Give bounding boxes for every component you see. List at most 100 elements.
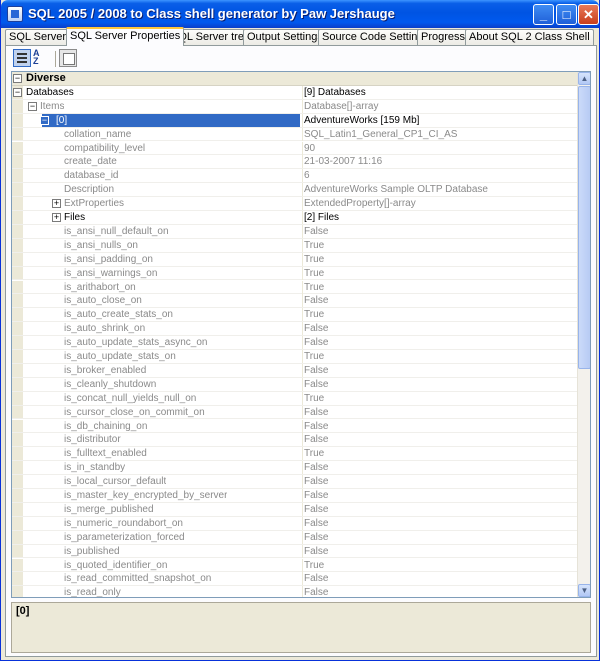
property-row[interactable]: is_auto_close_on False [12,294,577,309]
minimize-button[interactable]: _ [533,4,554,25]
property-value[interactable]: [2] Files [302,211,576,224]
collapse-icon[interactable]: − [28,101,37,111]
property-value[interactable]: SQL_Latin1_General_CP1_CI_AS [302,127,576,141]
property-row[interactable]: is_auto_update_stats_async_on False [12,336,577,350]
property-row[interactable]: is_ansi_nulls_on True [12,238,577,253]
property-value[interactable]: False [302,224,576,238]
property-row[interactable]: is_published False [12,544,577,559]
property-value[interactable]: False [302,530,576,544]
tab-about[interactable]: About SQL 2 Class Shell [465,29,594,45]
property-row[interactable]: is_in_standby False [12,461,577,476]
alphabetical-sort-icon[interactable]: A Z [33,49,51,67]
property-row[interactable]: − [0] AdventureWorks [159 Mb] [12,113,577,128]
expand-icon[interactable]: + [52,213,61,222]
property-value[interactable]: False [302,502,576,516]
property-value[interactable]: False [302,461,576,475]
property-grid[interactable]: is_read_only False is_read_committed_snaps… [11,71,591,598]
maximize-button[interactable]: □ [556,4,577,25]
property-row[interactable]: is_merge_published False [12,502,577,517]
property-value[interactable]: False [302,363,576,377]
property-value[interactable]: False [302,322,576,336]
property-value[interactable]: False [302,294,576,308]
property-row[interactable]: compatibility_level 90 [12,141,577,156]
property-value[interactable]: False [302,544,576,558]
property-value[interactable]: True [302,280,576,294]
property-row[interactable]: is_concat_null_yields_null_on True [12,391,577,406]
property-row[interactable]: − Databases [9] Databases [12,85,577,100]
property-value[interactable]: False [302,572,576,586]
collapse-icon[interactable]: − [40,115,49,125]
scroll-thumb[interactable] [578,86,590,369]
property-row[interactable]: is_fulltext_enabled True [12,447,577,462]
property-value[interactable]: False [302,516,576,530]
property-value[interactable]: False [302,489,576,502]
property-value[interactable]: AdventureWorks Sample OLTP Database [302,183,576,197]
property-row[interactable]: Description AdventureWorks Sample OLTP Da… [12,183,577,198]
property-row[interactable]: is_master_key_encrypted_by_server False [12,489,577,503]
property-category[interactable]: − Diverse [12,72,577,86]
property-row[interactable]: is_parameterization_forced False [12,530,577,545]
property-value[interactable]: True [302,252,576,266]
tab-progress[interactable]: Progress [417,29,470,45]
close-button[interactable]: ✕ [578,4,599,25]
property-value[interactable]: Database[]-array [302,99,576,113]
property-row[interactable]: is_ansi_warnings_on True [12,266,577,281]
tab-output-settings[interactable]: Output Settings [243,29,327,45]
property-value[interactable]: True [302,238,576,252]
vertical-scrollbar[interactable]: ▲ ▼ [577,72,590,597]
property-row[interactable]: collation_name SQL_Latin1_General_CP1_CI_… [12,127,577,142]
property-row[interactable]: is_numeric_roundabort_on False [12,516,577,531]
property-row[interactable]: is_cleanly_shutdown False [12,377,577,392]
property-value[interactable]: 21-03-2007 11:16 [302,155,576,169]
property-row[interactable]: is_auto_create_stats_on True [12,308,577,323]
tab-sql-server[interactable]: SQL Server [5,29,71,45]
property-row[interactable]: is_quoted_identifier_on True [12,558,577,573]
property-value[interactable]: False [302,405,576,419]
property-row[interactable]: + ExtProperties ExtendedProperty[]-array [12,197,577,211]
property-row[interactable]: is_db_chaining_on False [12,419,577,434]
property-row[interactable]: is_local_cursor_default False [12,475,577,489]
property-row[interactable]: is_read_only False [12,586,577,597]
property-row[interactable]: is_cursor_close_on_commit_on False [12,405,577,420]
property-row[interactable]: database_id 6 [12,169,577,184]
collapse-icon[interactable]: − [13,74,22,83]
property-row[interactable]: is_auto_shrink_on False [12,322,577,337]
property-value[interactable]: True [302,558,576,572]
property-row[interactable]: is_auto_update_stats_on True [12,350,577,364]
tab-source-code-settings[interactable]: Source Code Settings [318,29,434,45]
expand-icon[interactable]: + [52,199,61,209]
property-value[interactable]: AdventureWorks [159 Mb] [302,113,576,127]
categorized-view-icon[interactable] [13,49,31,67]
property-value[interactable]: True [302,350,576,363]
property-row[interactable]: is_ansi_null_default_on False [12,224,577,239]
tab-sql-server-properties[interactable]: SQL Server Properties [66,27,185,46]
scroll-up-button[interactable]: ▲ [578,72,590,85]
property-row[interactable]: create_date 21-03-2007 11:16 [12,155,577,170]
property-value[interactable]: True [302,266,576,280]
property-value[interactable]: False [302,475,576,489]
property-value[interactable]: [9] Databases [302,85,576,99]
property-value[interactable]: 90 [302,141,576,155]
property-value[interactable]: True [302,308,576,322]
property-row[interactable]: − Items Database[]-array [12,99,577,114]
property-value[interactable]: ExtendedProperty[]-array [302,197,576,211]
title-bar[interactable]: SQL 2005 / 2008 to Class shell generator… [1,0,599,28]
property-row[interactable]: is_arithabort_on True [12,280,577,295]
scroll-down-button[interactable]: ▼ [578,584,590,597]
property-row[interactable]: + Files [2] Files [12,211,577,225]
property-value[interactable]: False [302,336,576,350]
property-pages-icon[interactable] [59,49,77,67]
property-row[interactable]: is_read_committed_snapshot_on False [12,572,577,587]
property-value[interactable]: False [302,419,576,433]
property-value[interactable]: False [302,586,576,597]
row-gutter [12,447,23,461]
collapse-icon[interactable]: − [13,87,22,97]
property-value[interactable]: False [302,377,576,391]
property-value[interactable]: True [302,391,576,405]
property-value[interactable]: 6 [302,169,576,183]
property-row[interactable]: is_broker_enabled False [12,363,577,378]
property-row[interactable]: is_ansi_padding_on True [12,252,577,267]
property-value[interactable]: False [302,433,576,447]
property-value[interactable]: True [302,447,576,461]
property-row[interactable]: is_distributor False [12,433,577,448]
